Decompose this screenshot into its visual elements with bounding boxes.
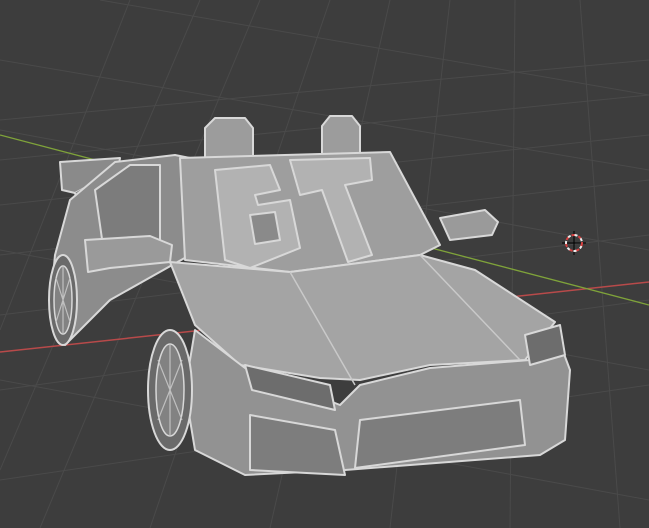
car-mesh[interactable] bbox=[48, 115, 571, 476]
3d-viewport[interactable] bbox=[0, 0, 649, 528]
decal-67 bbox=[214, 157, 373, 269]
viewport-canvas[interactable] bbox=[0, 0, 649, 528]
wheel-front-left[interactable] bbox=[147, 329, 193, 451]
wheel-rear-left[interactable] bbox=[48, 254, 78, 346]
seat-right[interactable] bbox=[321, 115, 361, 157]
seat-left[interactable] bbox=[204, 117, 254, 159]
right-hand-grip[interactable] bbox=[439, 209, 499, 241]
